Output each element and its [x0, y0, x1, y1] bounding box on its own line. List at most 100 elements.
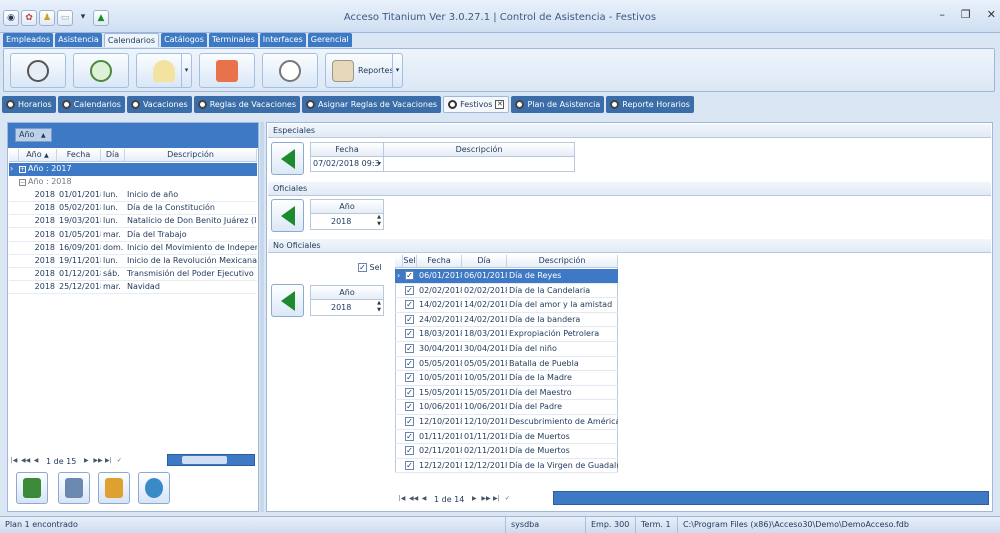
next-page-group-icon[interactable]: ▶▶: [481, 495, 490, 503]
right-horizontal-scrollbar[interactable]: [553, 491, 989, 505]
qat-folder-icon[interactable]: ▭: [57, 9, 73, 26]
tab-gerencial[interactable]: Gerencial: [307, 33, 352, 47]
pager-options-icon[interactable]: ✓: [115, 457, 123, 465]
doctab-horarios[interactable]: Horarios: [2, 96, 56, 113]
sel-all-checkbox[interactable]: ✓ Sel: [358, 263, 382, 272]
doctab-reglas-vacaciones[interactable]: Reglas de Vacaciones: [193, 96, 300, 113]
table-row[interactable]: ✓ 14/02/2018 14/02/2018 Día del amor y la a…: [395, 298, 618, 313]
checkbox-checked-icon[interactable]: ✓: [405, 314, 414, 324]
left-scroll-thumb[interactable]: [182, 456, 227, 464]
table-row[interactable]: 2018 01/05/2018 mar. Día del Trabajo: [9, 229, 257, 242]
especiales-desc-input[interactable]: [383, 156, 575, 172]
table-row[interactable]: ✓ 15/05/2018 15/05/2018 Día del Maestro: [395, 386, 618, 401]
col-header-dia[interactable]: Día: [462, 255, 507, 267]
prev-page-group-icon[interactable]: ◀◀: [21, 457, 30, 465]
checkbox-checked-icon[interactable]: ✓: [405, 387, 414, 397]
prev-page-icon[interactable]: ◀: [420, 495, 428, 503]
doctab-asignar-reglas[interactable]: Asignar Reglas de Vacaciones: [302, 96, 442, 113]
checkbox-checked-icon[interactable]: ✓: [358, 263, 367, 272]
table-row[interactable]: 2018 16/09/2018 dom. Inicio del Movimiento …: [9, 242, 257, 255]
checkbox-checked-icon[interactable]: ✓: [405, 417, 414, 426]
first-page-icon[interactable]: |◀: [10, 457, 18, 465]
col-header-anio[interactable]: Año ▲: [19, 149, 57, 161]
col-header-dia[interactable]: Día: [101, 149, 125, 161]
col-header-descripcion[interactable]: Descripción: [125, 149, 257, 161]
checkbox-checked-icon[interactable]: ✓: [405, 460, 414, 470]
vacaciones-dropdown-icon[interactable]: ▾: [181, 54, 191, 87]
plan-button[interactable]: [262, 53, 318, 88]
table-row[interactable]: ✓ 01/11/2018 01/11/2018 Día de Muertos: [395, 430, 618, 445]
next-page-icon[interactable]: ▶: [82, 457, 90, 465]
save-button[interactable]: [58, 472, 90, 504]
checkbox-checked-icon[interactable]: ✓: [405, 431, 414, 441]
row-select-checkbox[interactable]: ✓: [403, 430, 417, 444]
table-row[interactable]: ✓ 02/02/2018 02/02/2018 Día de la Candelari…: [395, 284, 618, 299]
collapse-icon[interactable]: −: [19, 179, 26, 186]
web-button[interactable]: [138, 472, 170, 504]
especiales-back-button[interactable]: [271, 142, 304, 175]
horarios-button[interactable]: [10, 53, 66, 88]
checkbox-checked-icon[interactable]: ✓: [405, 358, 414, 368]
checkbox-checked-icon[interactable]: ✓: [405, 373, 414, 383]
spin-arrows-icon[interactable]: ▲ ▼: [377, 214, 381, 228]
doctab-calendarios[interactable]: Calendarios: [57, 96, 125, 113]
table-row[interactable]: ✓ 10/05/2018 10/05/2018 Día de la Madre: [395, 371, 618, 386]
table-row[interactable]: 2018 05/02/2018 lun. Día de la Constitución: [9, 202, 257, 216]
reportes-button[interactable]: Reportes ▾: [325, 53, 403, 88]
edit-button[interactable]: [98, 472, 130, 504]
festivos-button[interactable]: [199, 53, 255, 88]
table-row[interactable]: ✓ 02/11/2018 02/11/2018 Día de Muertos: [395, 444, 618, 459]
checkbox-checked-icon[interactable]: ✓: [405, 446, 414, 456]
tab-interfaces[interactable]: Interfaces: [259, 33, 306, 47]
table-row[interactable]: ✓ 10/06/2018 10/06/2018 Día del Padre: [395, 400, 618, 415]
col-header-fecha[interactable]: Fecha: [57, 149, 101, 161]
doctab-plan-asistencia[interactable]: Plan de Asistencia: [511, 96, 605, 113]
tab-asistencia[interactable]: Asistencia: [55, 33, 102, 47]
prev-page-icon[interactable]: ◀: [32, 457, 40, 465]
spin-arrows-icon[interactable]: ▲ ▼: [377, 300, 381, 314]
table-row[interactable]: ✓ 24/02/2018 24/02/2018 Día de la bandera: [395, 313, 618, 328]
expand-icon[interactable]: +: [19, 166, 26, 173]
row-select-checkbox[interactable]: ✓: [403, 400, 417, 414]
last-page-icon[interactable]: ▶|: [104, 457, 112, 465]
tab-calendarios[interactable]: Calendarios: [103, 33, 160, 47]
oficiales-back-button[interactable]: [271, 199, 304, 232]
row-select-checkbox[interactable]: ✓: [403, 284, 417, 298]
maximize-button[interactable]: ❐: [961, 8, 971, 21]
calendarios-button[interactable]: [73, 53, 129, 88]
panel-splitter[interactable]: [260, 122, 264, 512]
table-row[interactable]: 2018 01/12/2018 sáb. Transmisión del Poder …: [9, 268, 257, 282]
tab-empleados[interactable]: Empleados: [3, 33, 54, 47]
no-oficiales-back-button[interactable]: [271, 284, 304, 317]
export-excel-button[interactable]: [16, 472, 48, 504]
table-row[interactable]: › ✓ 06/01/2018 06/01/2018 Día de Reyes: [395, 269, 618, 284]
row-select-checkbox[interactable]: ✓: [403, 357, 417, 371]
group-row-2017[interactable]: › + Año : 2017: [9, 163, 257, 176]
no-oficiales-anio-spinner[interactable]: 2018 ▲ ▼: [310, 299, 384, 316]
dropdown-icon[interactable]: ▾: [378, 157, 381, 171]
table-row[interactable]: ✓ 30/04/2018 30/04/2018 Día del niño: [395, 342, 618, 357]
minimize-button[interactable]: –: [939, 8, 945, 21]
next-page-icon[interactable]: ▶: [470, 495, 478, 503]
checkbox-checked-icon[interactable]: ✓: [405, 271, 414, 280]
row-select-checkbox[interactable]: ✓: [403, 327, 417, 341]
checkbox-checked-icon[interactable]: ✓: [405, 300, 414, 310]
next-page-group-icon[interactable]: ▶▶: [93, 457, 102, 465]
doctab-festivos[interactable]: Festivos ✕: [443, 96, 510, 113]
table-row[interactable]: 2018 01/01/2018 lun. Inicio de año: [9, 189, 257, 202]
checkbox-checked-icon[interactable]: ✓: [405, 329, 414, 339]
table-row[interactable]: ✓ 18/03/2018 18/03/2018 Expropiación Petrol…: [395, 327, 618, 342]
table-row[interactable]: 2018 25/12/2018 mar. Navidad: [9, 281, 257, 295]
qat-user-icon[interactable]: ♟: [39, 9, 55, 26]
pager-options-icon[interactable]: ✓: [503, 495, 511, 503]
first-page-icon[interactable]: |◀: [398, 495, 406, 503]
vacaciones-button[interactable]: ▾: [136, 53, 192, 88]
table-row[interactable]: 2018 19/03/2018 lun. Natalicio de Don Benit…: [9, 215, 257, 229]
group-chip-anio[interactable]: Año ▲: [15, 128, 52, 142]
col-header-sel[interactable]: Sel: [403, 255, 417, 267]
table-row[interactable]: ✓ 05/05/2018 05/05/2018 Batalla de Puebla: [395, 357, 618, 372]
checkbox-checked-icon[interactable]: ✓: [405, 285, 414, 295]
row-select-checkbox[interactable]: ✓: [403, 342, 417, 356]
close-button[interactable]: ✕: [987, 8, 996, 21]
qat-dropdown-icon[interactable]: ▾: [75, 10, 91, 26]
